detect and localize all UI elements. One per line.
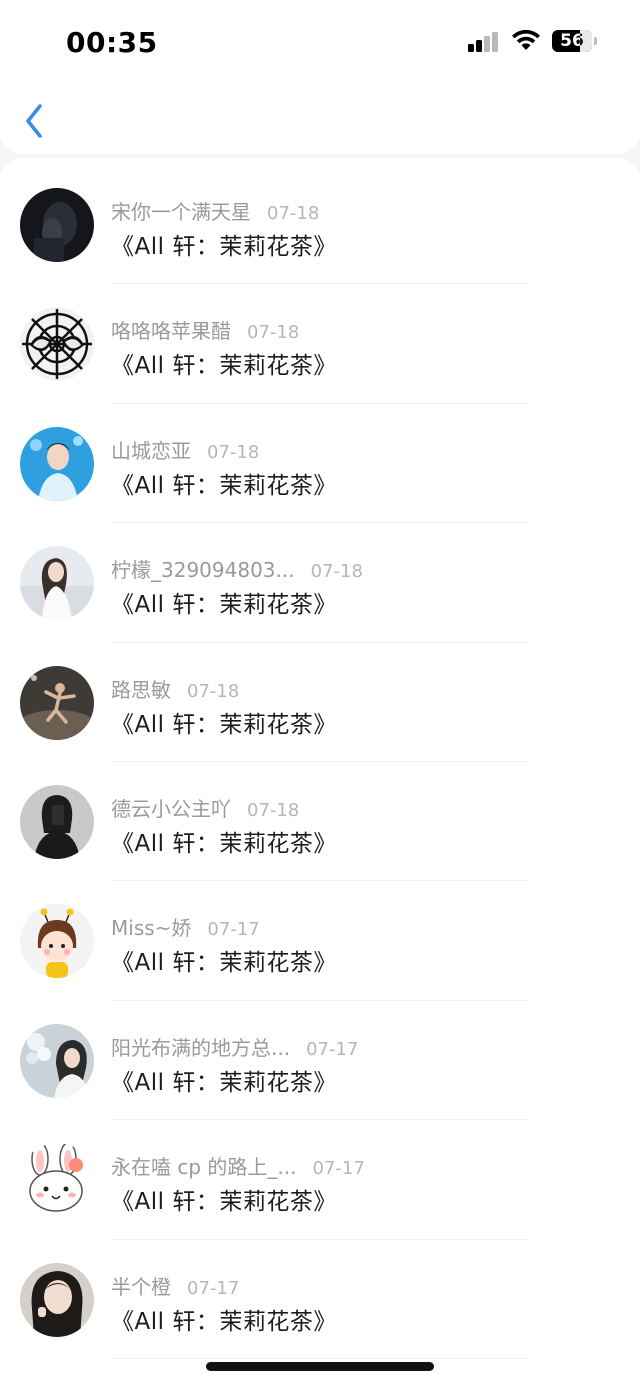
avatar[interactable] — [20, 1143, 94, 1218]
avatar[interactable] — [20, 784, 94, 859]
username[interactable]: 柠檬_329094803... — [111, 558, 295, 582]
list-item[interactable]: 路思敏 07-18 《All 轩：茉莉花茶》 — [0, 643, 640, 763]
username[interactable]: 路思敏 — [111, 678, 171, 702]
avatar[interactable] — [20, 1023, 94, 1098]
comment-meta: Miss~娇 07-17 — [111, 912, 260, 941]
comment-meta: 阳光布满的地方总... 07-17 — [111, 1032, 358, 1061]
comment-title[interactable]: 《All 轩：茉莉花茶》 — [111, 466, 337, 500]
list-item[interactable]: 咯咯咯苹果醋 07-18 《All 轩：茉莉花茶》 — [0, 284, 640, 405]
comment-meta: 德云小公主吖 07-18 — [111, 793, 299, 822]
comment-title[interactable]: 《All 轩：茉莉花茶》 — [111, 585, 337, 619]
comment-list-panel: 宋你一个满天星 07-18 《All 轩：茉莉花茶》 咯咯咯苹果醋 07-18 … — [0, 158, 640, 1385]
comment-date: 07-17 — [187, 1277, 240, 1299]
chevron-left-icon — [26, 104, 42, 138]
username[interactable]: 永在嗑 cp 的路上_... — [111, 1155, 296, 1179]
cellular-signal-icon — [468, 32, 500, 52]
avatar[interactable] — [20, 307, 94, 382]
username[interactable]: 半个橙 — [111, 1275, 171, 1299]
comment-meta: 柠檬_329094803... 07-18 — [111, 554, 363, 583]
comment-meta: 永在嗑 cp 的路上_... 07-17 — [111, 1151, 365, 1180]
username[interactable]: 阳光布满的地方总... — [111, 1036, 290, 1060]
comment-title[interactable]: 《All 轩：茉莉花茶》 — [111, 705, 337, 739]
comment-date: 07-18 — [247, 799, 300, 821]
username[interactable]: 山城恋亚 — [111, 439, 191, 463]
comment-date: 07-18 — [310, 561, 363, 583]
battery-icon: 56 — [552, 30, 592, 52]
top-panel: 00:35 56 — [0, 0, 640, 154]
username[interactable]: Miss~娇 — [111, 916, 191, 940]
list-item[interactable]: 柠檬_329094803... 07-18 《All 轩：茉莉花茶》 — [0, 523, 640, 643]
list-item[interactable]: 山城恋亚 07-18 《All 轩：茉莉花茶》 — [0, 404, 640, 524]
list-item[interactable]: 永在嗑 cp 的路上_... 07-17 《All 轩：茉莉花茶》 — [0, 1120, 640, 1240]
battery-level: 56 — [560, 31, 584, 51]
comment-date: 07-17 — [312, 1158, 365, 1180]
comment-date: 07-17 — [207, 919, 260, 941]
avatar[interactable] — [20, 665, 94, 740]
list-item[interactable]: 德云小公主吖 07-18 《All 轩：茉莉花茶》 — [0, 762, 640, 882]
comment-date: 07-17 — [306, 1038, 359, 1060]
comment-meta: 宋你一个满天星 07-18 — [111, 196, 319, 225]
comment-meta: 半个橙 07-17 — [111, 1271, 239, 1300]
status-time: 00:35 — [66, 26, 158, 59]
comment-meta: 咯咯咯苹果醋 07-18 — [111, 315, 299, 344]
back-button[interactable] — [18, 100, 54, 142]
comment-title[interactable]: 《All 轩：茉莉花茶》 — [111, 943, 337, 977]
wifi-icon — [512, 29, 540, 50]
avatar[interactable] — [20, 904, 94, 979]
list-item[interactable]: Miss~娇 07-17 《All 轩：茉莉花茶》 — [0, 881, 640, 1002]
avatar[interactable] — [20, 426, 94, 501]
battery-cap — [594, 37, 597, 45]
list-item[interactable]: 阳光布满的地方总... 07-17 《All 轩：茉莉花茶》 — [0, 1001, 640, 1121]
screen: 00:35 56 宋你一个满天星 07-18 《All 轩：茉莉花茶》 咯咯咯苹… — [0, 0, 640, 1385]
comment-list: 宋你一个满天星 07-18 《All 轩：茉莉花茶》 咯咯咯苹果醋 07-18 … — [0, 165, 640, 1360]
username[interactable]: 咯咯咯苹果醋 — [111, 319, 231, 343]
avatar[interactable] — [20, 1262, 94, 1337]
comment-meta: 路思敏 07-18 — [111, 674, 239, 703]
comment-date: 07-18 — [247, 322, 300, 344]
username[interactable]: 德云小公主吖 — [111, 797, 231, 821]
avatar[interactable] — [20, 188, 94, 262]
username[interactable]: 宋你一个满天星 — [111, 200, 251, 224]
home-indicator[interactable] — [206, 1362, 434, 1371]
comment-title[interactable]: 《All 轩：茉莉花茶》 — [111, 1063, 337, 1097]
comment-meta: 山城恋亚 07-18 — [111, 435, 259, 464]
comment-title[interactable]: 《All 轩：茉莉花茶》 — [111, 227, 337, 261]
comment-title[interactable]: 《All 轩：茉莉花茶》 — [111, 346, 337, 380]
comment-date: 07-18 — [267, 203, 320, 224]
avatar[interactable] — [20, 546, 94, 621]
comment-date: 07-18 — [207, 441, 260, 463]
comment-title[interactable]: 《All 轩：茉莉花茶》 — [111, 1182, 337, 1216]
list-item[interactable]: 宋你一个满天星 07-18 《All 轩：茉莉花茶》 — [0, 165, 640, 285]
comment-title[interactable]: 《All 轩：茉莉花茶》 — [111, 824, 337, 858]
comment-title[interactable]: 《All 轩：茉莉花茶》 — [111, 1302, 337, 1336]
comment-date: 07-18 — [187, 680, 240, 702]
list-item[interactable]: 半个橙 07-17 《All 轩：茉莉花茶》 — [0, 1240, 640, 1360]
